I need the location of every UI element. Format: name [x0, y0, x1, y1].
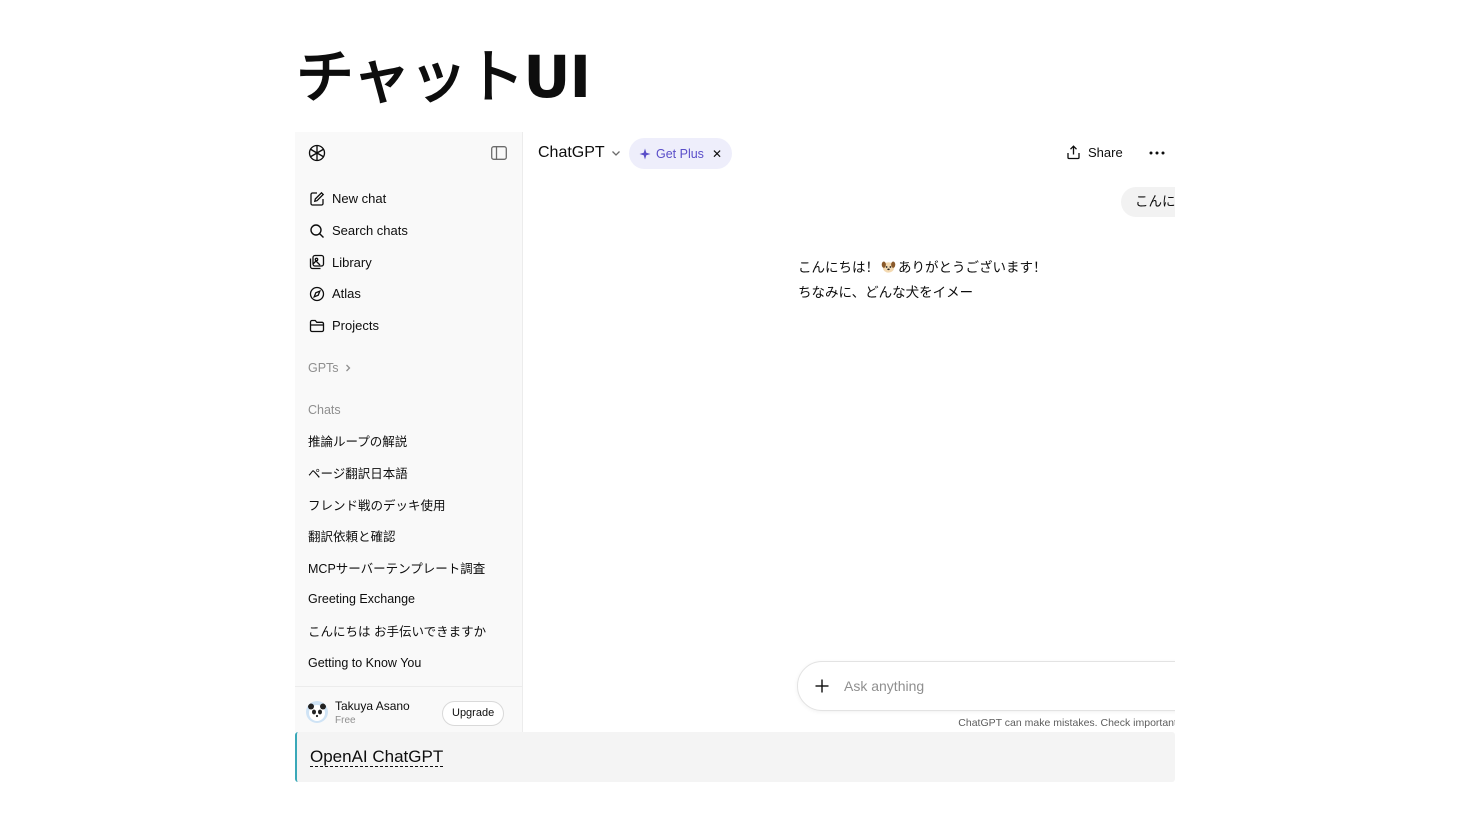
user-plan: Free: [335, 715, 356, 726]
projects-label: Projects: [332, 318, 379, 334]
library-label: Library: [332, 254, 372, 270]
sidebar: New chat Search chats Library Atlas Proj…: [295, 132, 523, 732]
sidebar-toggle-icon[interactable]: [491, 146, 507, 160]
disclaimer-text: ChatGPT can make mistakes. Check importa…: [958, 717, 1175, 729]
new-chat-label: New chat: [332, 191, 387, 207]
library-icon: [309, 255, 325, 270]
chat-history-item[interactable]: MCPサーバーテンプレート調査: [295, 552, 522, 584]
compass-icon: [309, 286, 325, 302]
library-button[interactable]: Library: [295, 246, 522, 278]
model-name: ChatGPT: [538, 144, 605, 161]
projects-button[interactable]: Projects: [295, 310, 522, 342]
chevron-right-icon: [345, 364, 350, 372]
caption-box: OpenAI ChatGPT: [295, 732, 1175, 782]
chat-history-list: 推論ループの解説 ページ翻訳日本語 フレンド戦のデッキ使用 翻訳依頼と確認 MC…: [295, 425, 522, 679]
chat-history-item[interactable]: フレンド戦のデッキ使用: [295, 488, 522, 520]
message-input[interactable]: [844, 675, 1175, 697]
atlas-label: Atlas: [332, 286, 361, 302]
sidebar-header: [295, 132, 522, 174]
get-plus-label: Get Plus: [656, 146, 704, 161]
user-profile[interactable]: Takuya Asano Free Upgrade: [295, 686, 522, 732]
page-title: チャットUI: [296, 43, 591, 111]
sidebar-nav: New chat Search chats Library Atlas Proj…: [295, 183, 522, 341]
share-icon: [1067, 145, 1080, 160]
gpts-label: GPTs: [308, 361, 339, 375]
avatar: [306, 701, 328, 723]
search-icon: [310, 223, 324, 238]
dog-emoji-icon: [881, 261, 896, 273]
chats-section-label: Chats: [308, 403, 341, 417]
search-chats-label: Search chats: [332, 223, 408, 239]
caption-text: OpenAI ChatGPT: [310, 747, 444, 767]
chat-history-item[interactable]: ページ翻訳日本語: [295, 457, 522, 489]
chat-history-item[interactable]: 翻訳依頼と確認: [295, 520, 522, 552]
atlas-button[interactable]: Atlas: [295, 278, 522, 310]
chat-history-item[interactable]: Getting to Know You: [295, 647, 522, 679]
share-button[interactable]: Share: [1066, 145, 1123, 160]
more-options-button[interactable]: [1144, 144, 1170, 162]
sparkle-icon: [639, 148, 651, 159]
upgrade-button[interactable]: Upgrade: [442, 701, 505, 726]
chat-history-item[interactable]: Greeting Exchange: [295, 583, 522, 615]
user-message: こんにちは、かわいい犬ですね。: [1121, 187, 1175, 217]
search-chats-button[interactable]: Search chats: [295, 215, 522, 247]
folder-icon: [309, 319, 325, 332]
gpts-section-toggle[interactable]: GPTs: [308, 361, 353, 375]
share-label: Share: [1088, 145, 1123, 160]
more-horizontal-icon: [1149, 151, 1165, 155]
openai-logo-icon[interactable]: [307, 143, 327, 163]
assistant-message: こんにちは！ ありがとうございます！ ちなみに、どんな犬をイメー: [798, 256, 1047, 306]
main-panel: ChatGPT Get Plus ✕ Share こんにちは、かわいい犬ですね。…: [523, 132, 1175, 732]
panda-avatar-icon: [308, 703, 326, 721]
assistant-text: ありがとうございます！: [898, 260, 1047, 276]
assistant-line-2: ちなみに、どんな犬をイメー: [798, 285, 974, 301]
chat-history-item[interactable]: 推論ループの解説: [295, 425, 522, 457]
assistant-text: こんにちは！: [798, 260, 879, 276]
user-name: Takuya Asano: [335, 699, 410, 713]
assistant-line-1: こんにちは！ ありがとうございます！: [798, 256, 1047, 281]
edit-icon: [310, 191, 325, 206]
chevron-down-icon: [611, 151, 620, 156]
chat-app: New chat Search chats Library Atlas Proj…: [295, 132, 1175, 732]
message-composer: [797, 661, 1175, 711]
plus-icon[interactable]: [813, 677, 831, 695]
chat-history-item[interactable]: こんにちは お手伝いできますか: [295, 615, 522, 647]
new-chat-button[interactable]: New chat: [295, 183, 522, 215]
close-icon[interactable]: ✕: [712, 147, 722, 161]
get-plus-badge[interactable]: Get Plus ✕: [629, 138, 732, 169]
model-selector[interactable]: ChatGPT: [538, 144, 622, 162]
